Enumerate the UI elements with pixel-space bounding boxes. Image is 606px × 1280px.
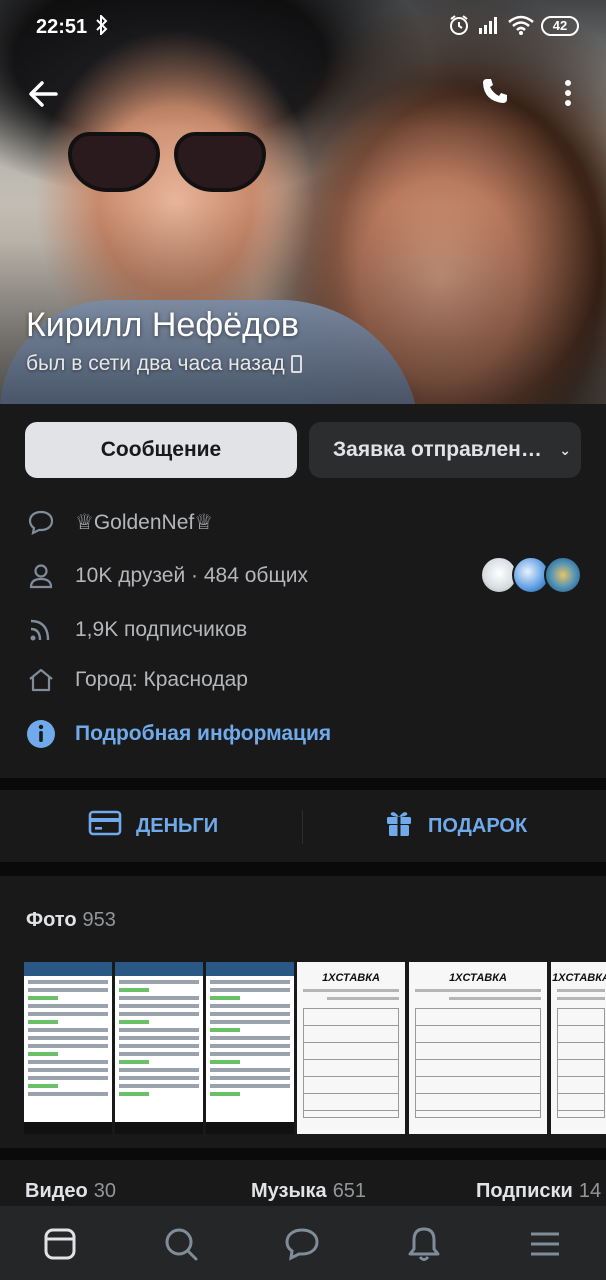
card-icon [88, 809, 122, 843]
back-arrow-icon[interactable] [26, 76, 62, 112]
phone-icon[interactable] [480, 76, 512, 108]
bell-icon[interactable] [404, 1224, 444, 1264]
message-button[interactable]: Сообщение [25, 422, 297, 478]
news-icon[interactable] [40, 1224, 80, 1264]
profile-info-card: Сообщение Заявка отправлен… ⌄ ♕GoldenNef… [0, 404, 606, 778]
user-icon [26, 561, 56, 591]
actions-divider [302, 810, 303, 844]
status-text: ♕GoldenNef♕ [75, 510, 214, 534]
tab-subscriptions-count: 14 [578, 1180, 602, 1202]
tab-music-label: Музыка [251, 1180, 327, 1202]
tab-video-count: 30 [93, 1180, 117, 1202]
detailed-info-link[interactable]: Подробная информация [26, 714, 331, 754]
cover-sunglasses-shape [68, 132, 268, 192]
followers-count-text: 1,9K подписчиков [75, 618, 248, 641]
friend-request-label: Заявка отправлен… [333, 438, 542, 461]
home-icon [26, 665, 56, 695]
photo-thumbnail[interactable] [115, 962, 203, 1134]
profile-actions: ДЕНЬГИ ПОДАРОК [0, 790, 606, 862]
info-city-row: Город: Краснодар [26, 660, 248, 700]
money-label: ДЕНЬГИ [136, 814, 219, 837]
search-icon[interactable] [161, 1224, 201, 1264]
more-icon[interactable] [556, 78, 580, 110]
tab-music[interactable]: Музыка 651 [251, 1180, 366, 1203]
tab-subscriptions-label: Подписки [476, 1180, 573, 1202]
tab-subscriptions[interactable]: Подписки 14 [476, 1180, 601, 1203]
status-bar: 22:51 42 [0, 0, 606, 56]
profile-name: Кирилл Нефёдов [26, 306, 299, 344]
gift-icon [384, 808, 414, 844]
avatar [544, 556, 582, 594]
friend-request-button[interactable]: Заявка отправлен… ⌄ [309, 422, 581, 478]
photo-thumbnail[interactable] [24, 962, 112, 1134]
money-transfer-button[interactable]: ДЕНЬГИ [88, 790, 218, 862]
photos-header[interactable]: Фото 953 [26, 909, 116, 932]
photos-strip: 1XСТАВКА 1XСТАВКА 1XСТАВКА [24, 962, 606, 1134]
status-time: 22:51 [36, 16, 88, 38]
photos-label: Фото [26, 909, 77, 931]
photos-count: 953 [82, 909, 116, 931]
menu-icon[interactable] [525, 1224, 565, 1264]
info-friends-row[interactable]: 10K друзей · 484 общих [26, 556, 308, 596]
wifi-icon [508, 14, 534, 41]
profile-content-tabs: Видео 30 Музыка 651 Подписки 14 [0, 1160, 606, 1208]
detailed-info-label: Подробная информация [75, 722, 332, 745]
city-text: Город: Краснодар [75, 668, 248, 691]
messages-icon[interactable] [282, 1224, 322, 1264]
profile-last-seen: был в сети два часа назад [26, 352, 302, 376]
photo-thumbnail[interactable] [206, 962, 294, 1134]
battery-indicator: 42 [541, 16, 579, 36]
tab-music-count: 651 [332, 1180, 367, 1202]
message-bubble-icon [26, 507, 56, 537]
info-icon [26, 719, 56, 749]
tab-video[interactable]: Видео 30 [25, 1180, 116, 1203]
chevron-down-icon: ⌄ [559, 442, 571, 458]
mobile-device-icon [290, 355, 302, 373]
photo-thumbnail[interactable]: 1XСТАВКА [551, 962, 606, 1134]
bluetooth-icon [96, 13, 108, 41]
mutual-friends-avatars[interactable] [480, 556, 584, 594]
info-followers-row[interactable]: 1,9K подписчиков [26, 610, 247, 650]
gift-label: ПОДАРОК [428, 814, 528, 837]
tab-video-label: Видео [25, 1180, 88, 1202]
last-seen-text: был в сети два часа назад [26, 352, 285, 375]
photos-section: Фото 953 1XСТАВКА 1XСТАВКА 1XСТАВКА [0, 876, 606, 1148]
signal-icon [478, 16, 500, 39]
info-status-row: ♕GoldenNef♕ [26, 502, 213, 542]
alarm-icon [448, 14, 470, 41]
bottom-navigation [0, 1206, 606, 1280]
photo-thumbnail[interactable]: 1XСТАВКА [297, 962, 405, 1134]
rss-icon [26, 615, 56, 645]
photo-thumbnail[interactable]: 1XСТАВКА [409, 962, 547, 1134]
friends-count-text: 10K друзей · 484 общих [75, 564, 308, 587]
gift-button[interactable]: ПОДАРОК [384, 790, 527, 862]
